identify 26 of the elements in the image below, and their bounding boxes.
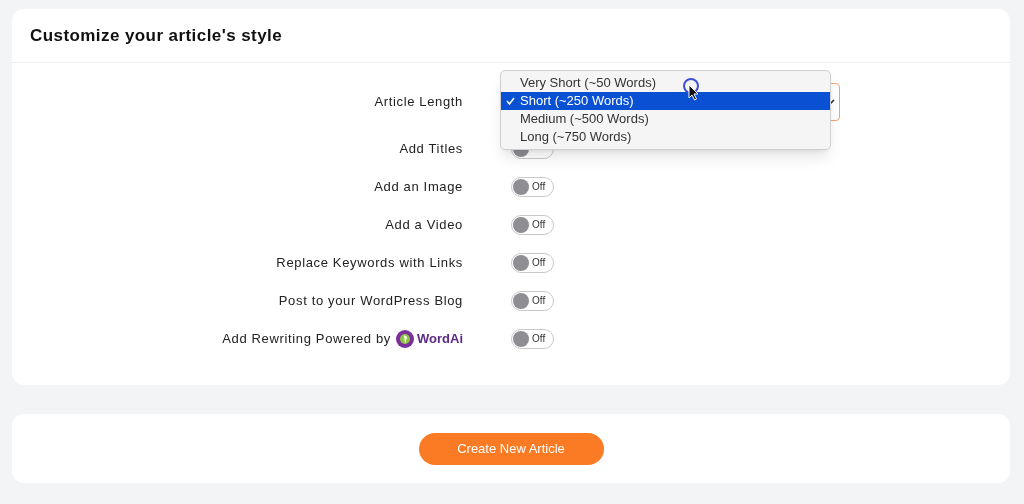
setting-label: Add Titles [399, 140, 463, 159]
dropdown-option[interactable]: Medium (~500 Words) [501, 110, 830, 128]
card-title: Customize your article's style [30, 24, 283, 47]
toggle-switch[interactable]: Off [511, 291, 554, 311]
toggle-switch[interactable]: Off [511, 329, 554, 349]
checkmark-icon [506, 97, 515, 105]
logo-icon [395, 329, 415, 349]
toggle-state-label: Off [532, 294, 546, 308]
setting-label: Article Length [374, 93, 463, 112]
dropdown-option[interactable]: Long (~750 Words) [501, 128, 830, 146]
setting-label: Add an Image [374, 178, 463, 197]
logo-text: WordAi [417, 330, 463, 349]
toggle-state-label: Off [532, 332, 546, 346]
toggle-switch[interactable]: Off [511, 215, 554, 235]
dropdown-option[interactable]: Very Short (~50 Words) [501, 74, 830, 92]
toggle-switch[interactable]: Off [511, 177, 554, 197]
setting-label: Add Rewriting Powered by [222, 330, 391, 349]
setting-label: Add a Video [385, 216, 463, 235]
toggle-state-label: Off [532, 256, 546, 270]
cursor-icon [682, 77, 702, 101]
dropdown-option[interactable]: Short (~250 Words) [501, 92, 830, 110]
setting-label: Post to your WordPress Blog [278, 292, 463, 311]
setting-label: Replace Keywords with Links [276, 254, 463, 273]
toggle-switch[interactable]: Off [511, 253, 554, 273]
toggle-state-label: Off [532, 180, 546, 194]
toggle-state-label: Off [532, 218, 546, 232]
